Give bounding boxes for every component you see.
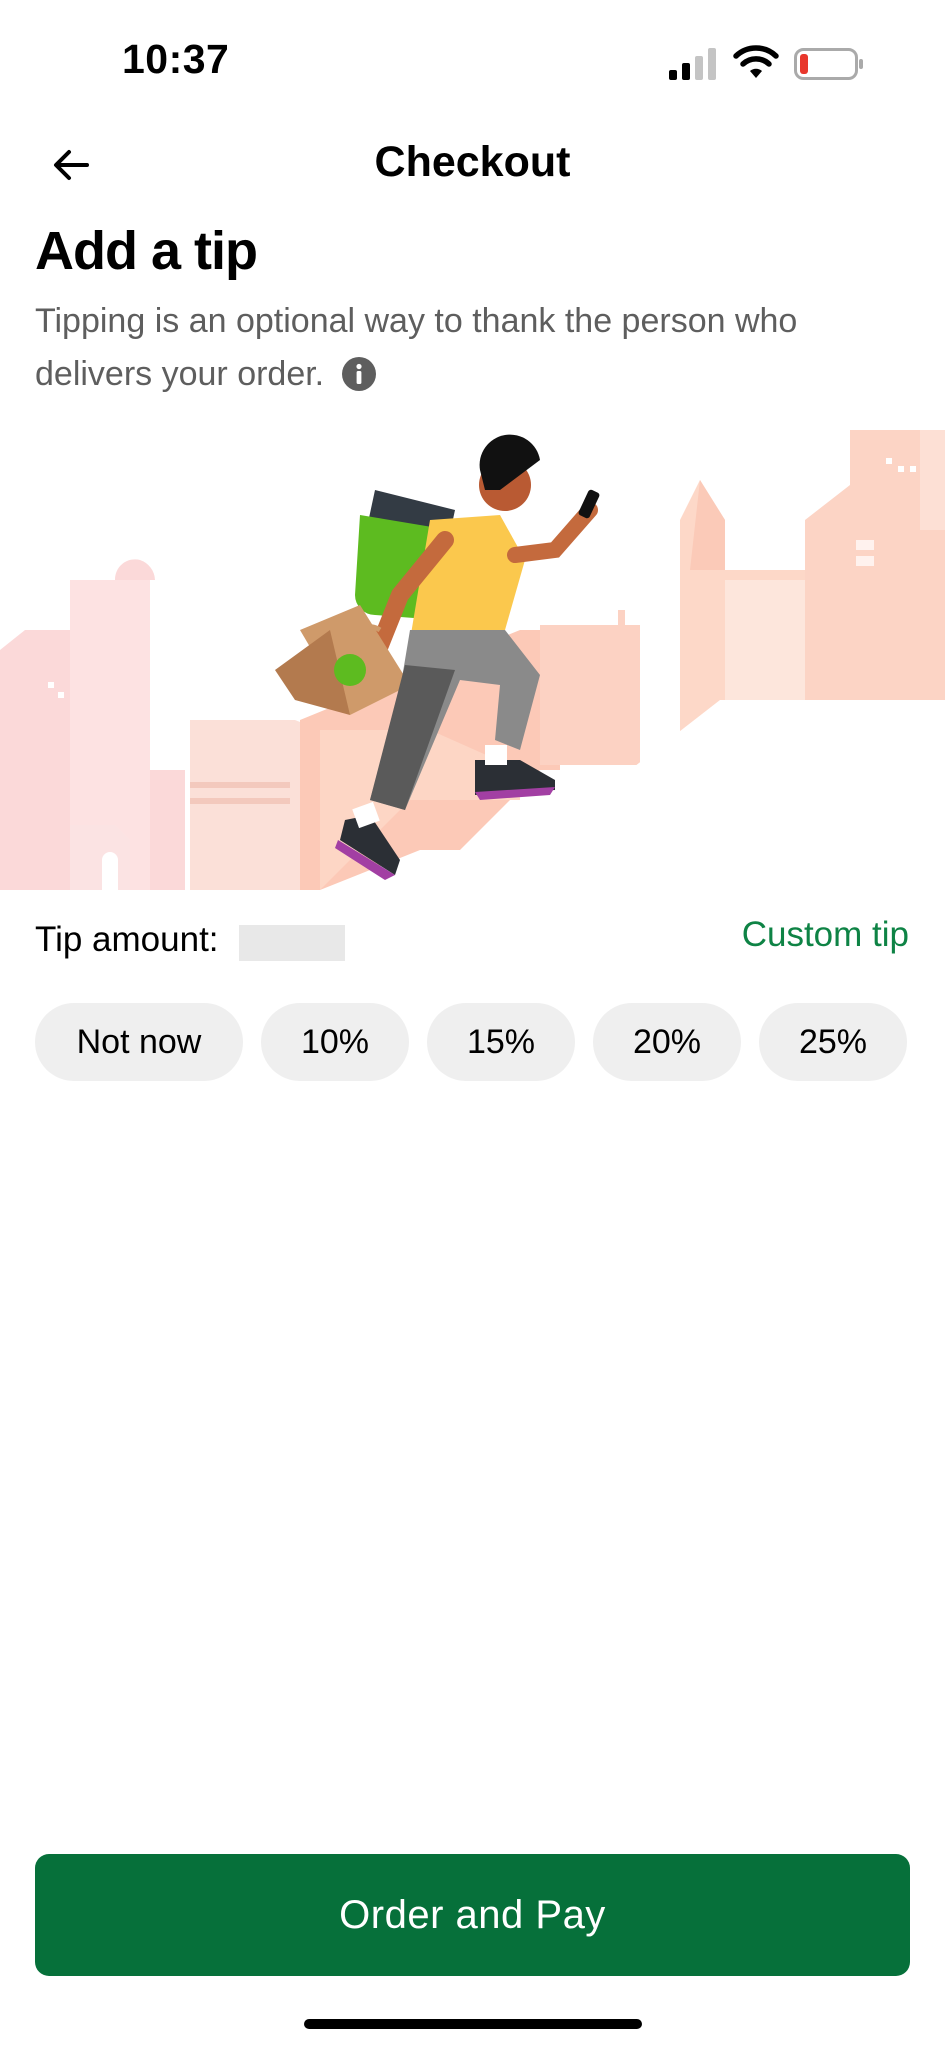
tip-option-10[interactable]: 10% <box>261 1003 409 1081</box>
home-indicator <box>304 2019 642 2029</box>
tip-amount-label: Tip amount: <box>35 920 219 959</box>
tip-description: Tipping is an optional way to thank the … <box>35 295 895 401</box>
cellular-signal-icon <box>669 48 716 80</box>
wifi-icon <box>733 45 779 78</box>
tip-description-text: Tipping is an optional way to thank the … <box>35 302 798 393</box>
page-title: Checkout <box>374 138 571 186</box>
info-icon[interactable] <box>341 357 376 391</box>
tip-option-not-now[interactable]: Not now <box>35 1003 243 1081</box>
battery-icon <box>794 48 863 80</box>
tip-amount-value <box>239 925 345 961</box>
tip-options: Not now 10% 15% 20% 25% <box>35 1003 910 1081</box>
tip-option-25[interactable]: 25% <box>759 1003 907 1081</box>
status-bar: 10:37 <box>0 0 945 120</box>
status-time: 10:37 <box>122 36 230 82</box>
custom-tip-link[interactable]: Custom tip <box>742 915 909 955</box>
courier-running-illustration <box>0 430 945 890</box>
tip-option-20[interactable]: 20% <box>593 1003 741 1081</box>
tip-option-15[interactable]: 15% <box>427 1003 575 1081</box>
order-and-pay-button[interactable]: Order and Pay <box>35 1854 910 1976</box>
tip-heading: Add a tip <box>35 221 258 281</box>
